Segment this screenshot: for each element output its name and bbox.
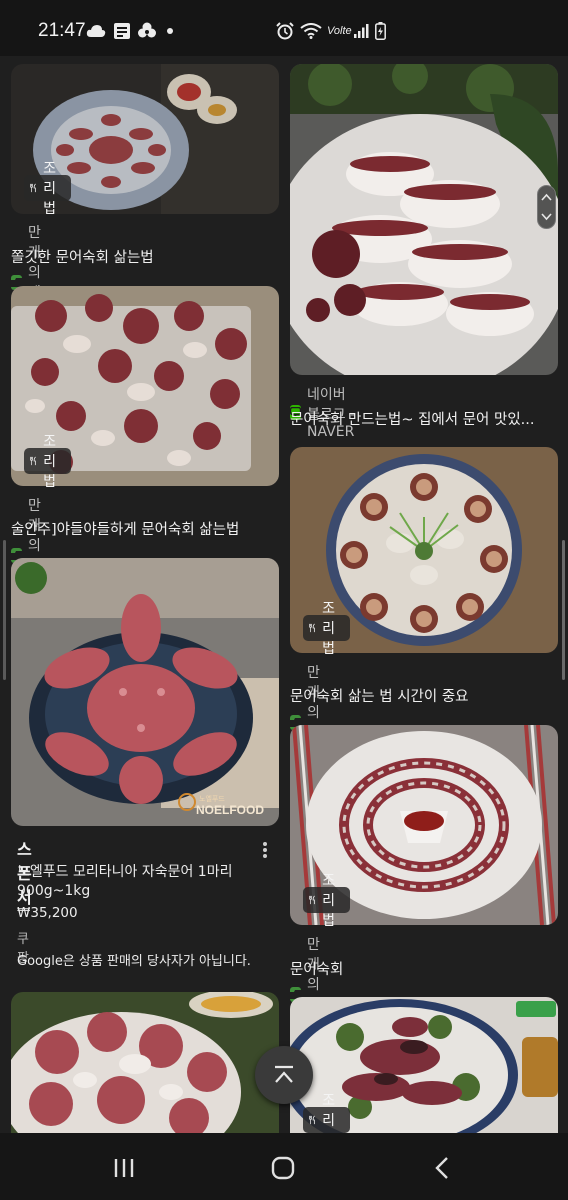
home-button[interactable] (263, 1153, 303, 1183)
back-icon (435, 1157, 448, 1179)
utensils-icon (309, 623, 315, 633)
arrow-up-to-line-icon (275, 1065, 293, 1083)
recent-apps-icon (114, 1159, 134, 1177)
cloud-icon (86, 22, 106, 40)
network-label: Volte (327, 25, 352, 37)
navigation-bar (0, 1133, 568, 1200)
left-edge-indicator (3, 540, 6, 680)
ad-product-title[interactable]: 노엘푸드 모리타니아 자숙문어 1마리 (17, 861, 232, 881)
ad-image[interactable]: 노엘푸드 NOELFOOD (11, 558, 279, 826)
scrollbar[interactable] (562, 540, 565, 680)
result-title[interactable]: 문어숙회 삶는 법 시간이 중요 (290, 685, 558, 706)
signal-icon (353, 22, 369, 40)
recipe-badge: 조리법 (24, 434, 71, 490)
recipe-badge: 조리법 (24, 161, 71, 217)
clover-app-icon (137, 22, 157, 40)
recipe-badge: 조리법 (303, 1093, 350, 1149)
status-bar: 21:47 Volte (0, 0, 568, 56)
result-title[interactable]: 문어숙회 만드는법~ 집에서 문어 맛있... (290, 408, 558, 429)
result-title[interactable]: 술안주]야들야들하게 문어숙회 삶는법 (11, 518, 279, 539)
battery-icon (374, 22, 386, 40)
alarm-icon (276, 22, 294, 40)
result-title[interactable]: 쫄깃한 문어숙회 삶는법 (11, 246, 279, 267)
utensils-icon (309, 895, 315, 905)
more-options-icon[interactable] (258, 840, 272, 860)
recipe-badge-label: 조리법 (43, 434, 57, 490)
recipe-badge-label: 조리법 (322, 601, 336, 657)
wifi-icon (300, 22, 322, 40)
result-image[interactable] (11, 992, 279, 1133)
utensils-icon (30, 456, 36, 466)
chevron-up-down-icon (541, 193, 552, 221)
scroll-to-top-button[interactable] (255, 1046, 313, 1104)
home-icon (271, 1156, 295, 1180)
ad-price: ₩35,200 (17, 905, 78, 921)
ad-watermark: NOELFOOD (196, 803, 264, 817)
back-button[interactable] (422, 1153, 462, 1183)
image-scroll-control[interactable] (537, 185, 556, 229)
result-image[interactable] (290, 64, 558, 375)
news-app-icon (113, 22, 131, 40)
dot-icon (166, 22, 174, 40)
result-title[interactable]: 문어숙회 (290, 958, 558, 979)
status-time: 21:47 (38, 20, 86, 41)
recipe-badge: 조리법 (303, 873, 350, 929)
recipe-badge-label: 조리법 (43, 161, 57, 217)
ad-product-weight[interactable]: 900g~1kg (17, 883, 90, 899)
utensils-icon (309, 1115, 315, 1125)
recent-apps-button[interactable] (104, 1153, 144, 1183)
recipe-badge: 조리법 (303, 601, 350, 657)
ad-disclaimer: Google은 상품 판매의 당사자가 아닙니다. (17, 954, 251, 969)
utensils-icon (30, 183, 36, 193)
recipe-badge-label: 조리법 (322, 873, 336, 929)
